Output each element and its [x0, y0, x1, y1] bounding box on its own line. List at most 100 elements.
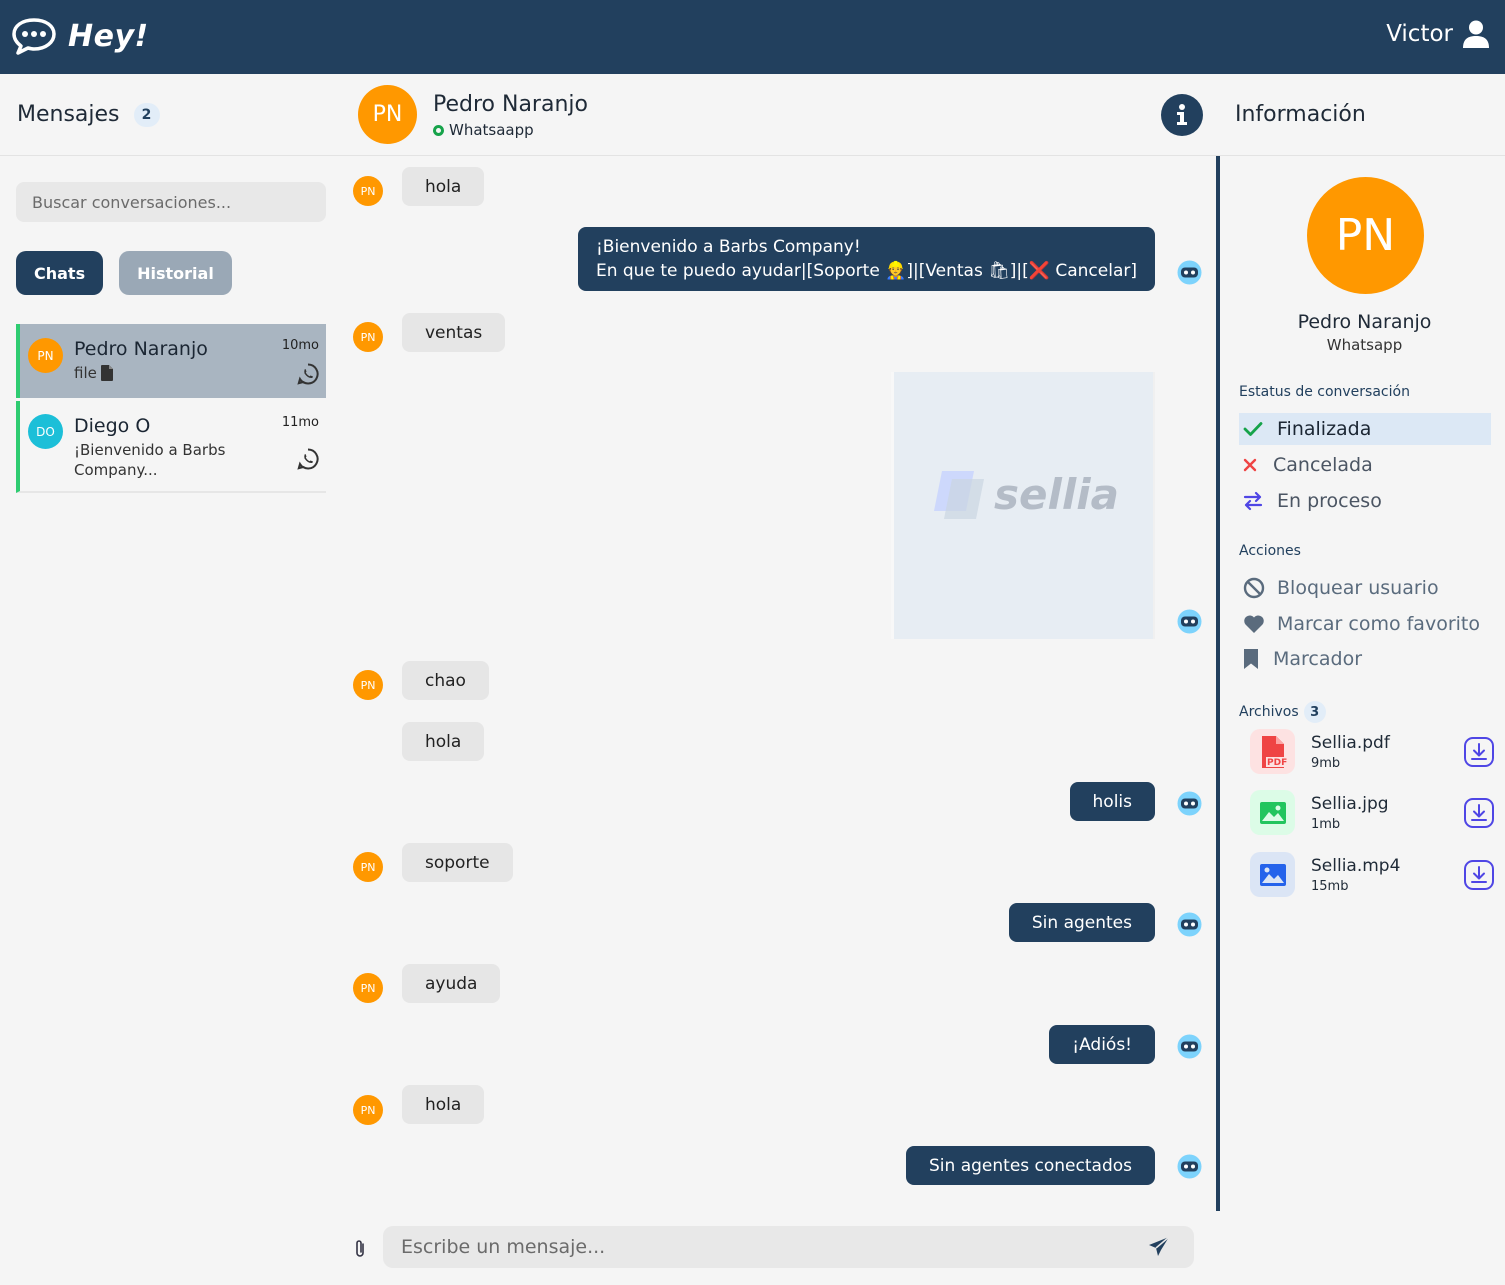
message-out: ¡Adiós! — [1049, 1025, 1155, 1064]
heart-icon — [1244, 615, 1264, 633]
sender-avatar: PN — [353, 1095, 383, 1125]
attachment-icon[interactable] — [354, 1239, 366, 1259]
info-title: Información — [1235, 102, 1366, 127]
status-label: Finalizada — [1277, 418, 1372, 440]
conversation-tabs: Chats Historial — [16, 251, 232, 295]
sellia-logo-text: sellia — [994, 470, 1120, 519]
svg-text:PDF: PDF — [1267, 758, 1287, 768]
message-in: ayuda — [402, 964, 501, 1003]
sender-avatar: PN — [353, 322, 383, 352]
download-icon[interactable] — [1463, 736, 1495, 768]
contact-channel: Whatsaapp — [433, 121, 534, 139]
actions-section-title: Acciones — [1239, 543, 1301, 559]
action-label: Marcar como favorito — [1277, 613, 1480, 635]
top-bar: Hey! Victor — [0, 0, 1505, 74]
files-title: Archivos — [1239, 704, 1299, 720]
ban-icon — [1243, 577, 1265, 599]
messages-title: Mensajes — [17, 102, 120, 127]
conversation-preview: file — [74, 364, 113, 382]
message-out: holis — [1069, 782, 1155, 821]
preview-text: file — [74, 364, 97, 382]
online-status-icon — [433, 124, 444, 136]
message-in: hola — [402, 167, 485, 206]
sender-avatar: PN — [353, 852, 383, 882]
app-name: Hey! — [68, 18, 149, 54]
bot-icon — [1177, 1034, 1202, 1059]
conversation-item-pedro[interactable]: PN Pedro Naranjo 10mo file — [16, 324, 326, 398]
preview-line-2: Company... — [74, 461, 158, 479]
message-in: hola — [402, 722, 485, 761]
message-in: hola — [402, 1085, 485, 1124]
chat-panel: PN Pedro Naranjo Whatsaapp PN hola ¡Bien… — [342, 74, 1216, 1285]
whatsapp-icon — [297, 363, 319, 385]
chat-header: PN Pedro Naranjo Whatsaapp — [342, 74, 1216, 156]
channel-label: Whatsaapp — [449, 121, 534, 139]
file-item-mp4: Sellia.mp4 15mb — [1250, 852, 1495, 898]
download-icon[interactable] — [1463, 797, 1495, 829]
contact-avatar-large: PN — [1307, 177, 1424, 294]
x-icon — [1243, 458, 1257, 472]
info-icon — [1177, 104, 1187, 125]
bot-icon — [1177, 1154, 1202, 1179]
conversation-item-diego[interactable]: DO Diego O 11mo ¡Bienvenido a Barbs Comp… — [16, 401, 326, 493]
files-section-title: Archivos 3 — [1239, 701, 1326, 723]
file-size: 9mb — [1311, 756, 1341, 771]
file-size: 15mb — [1311, 879, 1349, 894]
block-user-action[interactable]: Bloquear usuario — [1239, 572, 1491, 604]
action-label: Marcador — [1273, 648, 1363, 670]
bookmark-icon — [1244, 649, 1258, 669]
contact-name: Pedro Naranjo — [1297, 311, 1432, 333]
search-conversations-input[interactable] — [16, 182, 326, 222]
conversation-name: Pedro Naranjo — [74, 338, 208, 360]
bot-icon — [1177, 609, 1202, 634]
whatsapp-icon — [297, 448, 319, 470]
conversation-name: Diego O — [74, 415, 151, 437]
tab-chats[interactable]: Chats — [16, 251, 104, 295]
favorite-action[interactable]: Marcar como favorito — [1239, 608, 1491, 640]
avatar: DO — [28, 414, 63, 449]
status-cancelada[interactable]: Cancelada — [1239, 449, 1491, 481]
sender-avatar: PN — [353, 973, 383, 1003]
message-image[interactable]: sellia — [891, 372, 1155, 639]
message-line-2: En que te puedo ayudar|[Soporte 👷]|[Vent… — [595, 261, 1137, 281]
download-icon[interactable] — [1463, 859, 1495, 891]
message-composer — [342, 1210, 1216, 1285]
status-section-title: Estatus de conversación — [1239, 384, 1410, 400]
chat-bubble-icon — [12, 18, 56, 55]
message-out: ¡Bienvenido a Barbs Company! En que te p… — [577, 227, 1155, 291]
app-logo[interactable]: Hey! — [10, 16, 149, 56]
preview-line-1: ¡Bienvenido a Barbs — [74, 441, 226, 459]
contact-name: Pedro Naranjo — [433, 92, 588, 117]
status-finalizada[interactable]: Finalizada — [1239, 413, 1491, 445]
message-out: Sin agentes — [1008, 903, 1155, 942]
message-out: Sin agentes conectados — [906, 1146, 1155, 1185]
status-label: Cancelada — [1273, 454, 1373, 476]
bot-icon — [1177, 260, 1202, 285]
info-body: PN Pedro Naranjo Whatsapp Estatus de con… — [1216, 156, 1505, 1211]
contact-channel: Whatsapp — [1326, 336, 1403, 354]
check-icon — [1243, 422, 1263, 436]
conversations-panel: Mensajes 2 Chats Historial PN Pedro Nara… — [0, 74, 342, 1285]
info-button[interactable] — [1161, 94, 1203, 136]
status-label: En proceso — [1277, 490, 1382, 512]
contact-avatar: PN — [358, 85, 417, 144]
message-input[interactable] — [383, 1226, 1194, 1268]
file-name: Sellia.pdf — [1311, 733, 1390, 753]
status-en-proceso[interactable]: En proceso — [1239, 485, 1491, 517]
file-icon — [100, 365, 113, 381]
arrows-icon — [1243, 491, 1263, 511]
messages-count-badge: 2 — [133, 102, 160, 127]
send-icon[interactable] — [1148, 1236, 1170, 1258]
sender-avatar: PN — [353, 176, 383, 206]
image-icon — [1250, 790, 1295, 835]
conversation-preview: ¡Bienvenido a Barbs Company... — [74, 440, 225, 480]
user-menu[interactable]: Victor — [1386, 20, 1489, 48]
file-item-pdf: PDF Sellia.pdf 9mb — [1250, 729, 1495, 775]
tab-historial[interactable]: Historial — [119, 251, 232, 295]
info-header: Información — [1216, 74, 1505, 156]
pdf-icon: PDF — [1250, 729, 1295, 774]
file-size: 1mb — [1311, 817, 1341, 832]
message-line-1: ¡Bienvenido a Barbs Company! — [595, 237, 861, 257]
bookmark-action[interactable]: Marcador — [1239, 643, 1491, 675]
sellia-logo: sellia — [934, 470, 1119, 519]
